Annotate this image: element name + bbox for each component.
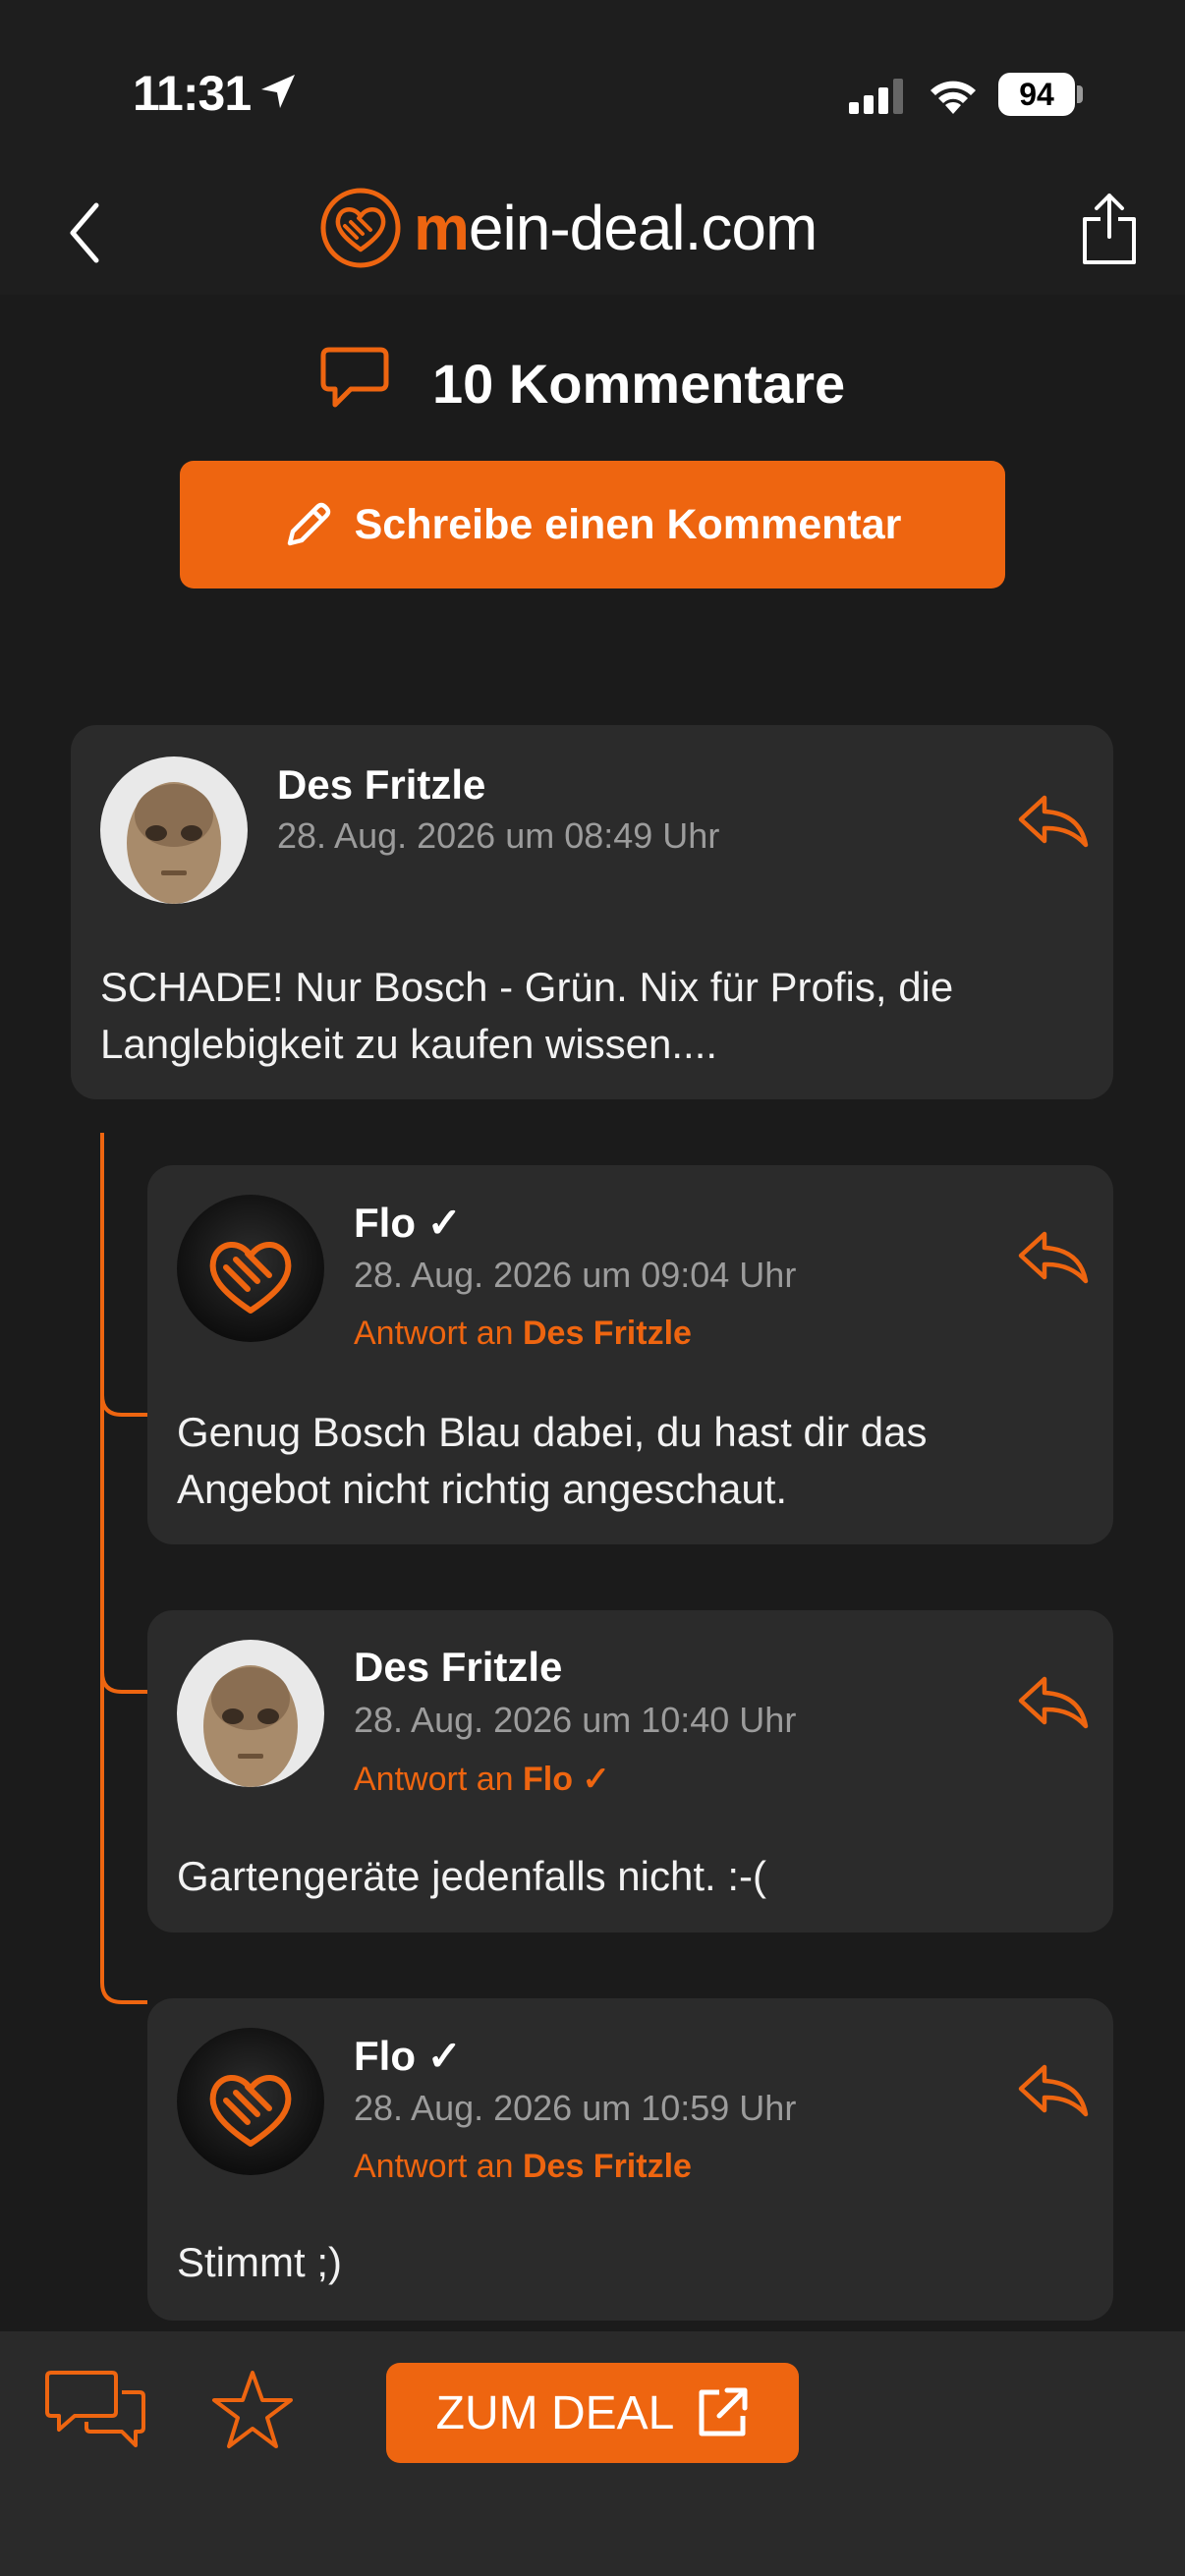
avatar[interactable] — [177, 1640, 324, 1787]
back-chevron-icon[interactable] — [65, 201, 104, 264]
avatar[interactable] — [177, 1195, 324, 1342]
reply-card: Des Fritzle 28. Aug. 2026 um 10:40 Uhr A… — [147, 1610, 1113, 1932]
comment-card: Des Fritzle 28. Aug. 2026 um 08:49 Uhr S… — [71, 725, 1113, 1099]
handshake-heart-logo-icon — [320, 188, 401, 268]
comment-body-line: Angebot nicht richtig angeschaut. — [177, 1466, 788, 1512]
comment-date: 28. Aug. 2026 um 10:59 Uhr — [354, 2088, 797, 2128]
nav-bar: mein-deal.com — [0, 162, 1185, 295]
location-arrow-icon — [261, 75, 295, 108]
wifi-icon — [931, 81, 976, 114]
site-logo[interactable]: mein-deal.com — [319, 187, 818, 269]
comment-author[interactable]: Des Fritzle — [277, 761, 485, 809]
comments-title: 10 Kommentare — [432, 353, 846, 415]
write-comment-button[interactable]: Schreibe einen Kommentar — [180, 461, 1005, 588]
signal-icon — [849, 79, 903, 114]
comment-body-line: SCHADE! Nur Bosch - Grün. Nix für Profis… — [100, 964, 954, 1010]
comment-date: 28. Aug. 2026 um 09:04 Uhr — [354, 1255, 797, 1295]
external-link-icon — [699, 2387, 748, 2436]
write-comment-label: Schreibe einen Kommentar — [354, 500, 902, 548]
pencil-icon — [287, 502, 330, 546]
reply-to-label[interactable]: Antwort an Des Fritzle — [354, 1315, 692, 1353]
reply-arrow-icon[interactable] — [1015, 1228, 1090, 1287]
comment-date: 28. Aug. 2026 um 10:40 Uhr — [354, 1700, 797, 1740]
zum-deal-label: ZUM DEAL — [435, 2386, 675, 2439]
status-time: 11:31 — [133, 66, 252, 121]
reply-to-label[interactable]: Antwort an Flo ✓ — [354, 1760, 610, 1799]
avatar[interactable] — [177, 2028, 324, 2175]
reply-arrow-icon[interactable] — [1015, 1673, 1090, 1732]
reply-prefix: Antwort an — [354, 1761, 523, 1798]
reply-thread-lines — [100, 1133, 147, 2004]
speech-bubble-icon — [320, 347, 389, 408]
share-icon[interactable] — [1081, 192, 1138, 266]
avatar[interactable] — [100, 756, 248, 904]
zum-deal-button[interactable]: ZUM DEAL — [386, 2363, 799, 2463]
comment-author[interactable]: Flo ✓ — [354, 1199, 462, 1247]
comment-body: Stimmt ;) — [177, 2234, 342, 2291]
comments-icon[interactable] — [45, 2369, 147, 2451]
comment-body-line: Stimmt ;) — [177, 2239, 342, 2285]
comment-body: Genug Bosch Blau dabei, du hast dir das … — [177, 1404, 928, 1518]
reply-prefix: Antwort an — [354, 2148, 523, 2185]
reply-arrow-icon[interactable] — [1015, 792, 1090, 851]
reply-to-label[interactable]: Antwort an Des Fritzle — [354, 2148, 692, 2186]
star-icon[interactable] — [211, 2369, 294, 2451]
reply-to-name[interactable]: Des Fritzle — [523, 2148, 692, 2185]
comment-body-line: Langlebigkeit zu kaufen wissen.... — [100, 1021, 718, 1067]
comment-date: 28. Aug. 2026 um 08:49 Uhr — [277, 815, 720, 856]
comments-header: 10 Kommentare — [0, 344, 1185, 415]
status-bar: 11:31 94 — [0, 0, 1185, 162]
comment-body: SCHADE! Nur Bosch - Grün. Nix für Profis… — [100, 959, 953, 1073]
comment-author[interactable]: Flo ✓ — [354, 2032, 462, 2080]
logo-text: mein-deal.com — [414, 193, 818, 263]
reply-to-name[interactable]: Flo ✓ — [523, 1761, 610, 1798]
reply-arrow-icon[interactable] — [1015, 2061, 1090, 2120]
battery-tip — [1077, 85, 1083, 103]
reply-to-name[interactable]: Des Fritzle — [523, 1315, 692, 1352]
reply-prefix: Antwort an — [354, 1315, 523, 1352]
comment-author[interactable]: Des Fritzle — [354, 1644, 562, 1691]
comment-body-line: Genug Bosch Blau dabei, du hast dir das — [177, 1409, 928, 1455]
comments-section: 10 Kommentare Schreibe einen Kommentar D… — [0, 295, 1185, 2331]
comment-body-line: Gartengeräte jedenfalls nicht. :-( — [177, 1853, 766, 1899]
reply-card: Flo ✓ 28. Aug. 2026 um 10:59 Uhr Antwort… — [147, 1998, 1113, 2321]
reply-card: Flo ✓ 28. Aug. 2026 um 09:04 Uhr Antwort… — [147, 1165, 1113, 1544]
bottom-bar: ZUM DEAL — [0, 2331, 1185, 2576]
battery-icon: 94 — [998, 73, 1075, 116]
comment-body: Gartengeräte jedenfalls nicht. :-( — [177, 1848, 766, 1905]
